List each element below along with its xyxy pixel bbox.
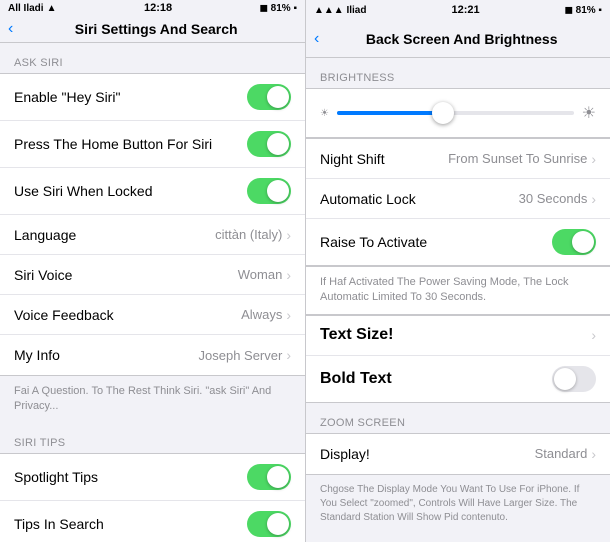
spotlight-tips-knob bbox=[267, 466, 289, 488]
siri-voice-value: Woman bbox=[238, 267, 283, 282]
brightness-thumb bbox=[432, 102, 454, 124]
bold-text-knob bbox=[554, 368, 576, 390]
bottom-info-right: Chgose The Display Mode You Want To Use … bbox=[306, 475, 610, 533]
row-night-shift[interactable]: Night Shift From Sunset To Sunrise › bbox=[306, 139, 610, 179]
tips-search-label: Tips In Search bbox=[14, 516, 247, 532]
voice-feedback-label: Voice Feedback bbox=[14, 307, 241, 323]
hey-siri-toggle[interactable] bbox=[247, 84, 291, 110]
voice-feedback-value: Always bbox=[241, 307, 282, 322]
bold-text-toggle[interactable] bbox=[552, 366, 596, 392]
tips-search-toggle[interactable] bbox=[247, 511, 291, 537]
spotlight-tips-label: Spotlight Tips bbox=[14, 469, 247, 485]
carrier-right: ▲▲▲ Iliad bbox=[314, 5, 366, 16]
display-rows-group-2: Text Size! › Bold Text bbox=[306, 315, 610, 403]
tips-search-knob bbox=[267, 513, 289, 535]
brightness-fill bbox=[337, 111, 444, 115]
night-shift-label: Night Shift bbox=[320, 151, 448, 167]
nav-title-right: Back Screen And Brightness bbox=[321, 31, 602, 47]
night-shift-chevron: › bbox=[591, 151, 596, 167]
zoom-section-header: ZOOM SCREEN bbox=[306, 403, 610, 433]
wifi-icon-left: ▲ bbox=[47, 3, 57, 14]
nav-bar-right: ‹ Back Screen And Brightness bbox=[306, 20, 610, 58]
row-display[interactable]: Display! Standard › bbox=[306, 434, 610, 474]
status-bar-right: ▲▲▲ Iliad 12:21 ◼ 81% ▪ bbox=[306, 0, 610, 20]
back-icon-left: ‹ bbox=[8, 20, 13, 38]
siri-tips-header: SIRI TIPS bbox=[0, 423, 305, 453]
brightness-icon-small: ☀ bbox=[320, 108, 329, 119]
row-raise-activate[interactable]: Raise To Activate bbox=[306, 219, 610, 265]
carrier-left: All Iladi bbox=[8, 3, 44, 14]
siri-tips-group: Spotlight Tips Tips In Search Lock Scree… bbox=[0, 453, 305, 542]
info-box: If Haf Activated The Power Saving Mode, … bbox=[306, 266, 610, 315]
spotlight-tips-toggle[interactable] bbox=[247, 464, 291, 490]
my-info-chevron: › bbox=[286, 347, 291, 363]
auto-lock-chevron: › bbox=[591, 191, 596, 207]
time-right: 12:21 bbox=[451, 4, 479, 16]
row-siri-voice[interactable]: Siri Voice Woman › bbox=[0, 255, 305, 295]
row-tips-search[interactable]: Tips In Search bbox=[0, 501, 305, 542]
siri-voice-chevron: › bbox=[286, 267, 291, 283]
display-label: Display! bbox=[320, 446, 535, 462]
hey-siri-label: Enable "Hey Siri" bbox=[14, 89, 247, 105]
brightness-section: ☀ ☀ bbox=[306, 88, 610, 138]
nav-bar-left: ‹ Siri Settings And Search bbox=[0, 16, 305, 43]
zoom-rows-group: Display! Standard › bbox=[306, 433, 610, 475]
row-hey-siri[interactable]: Enable "Hey Siri" bbox=[0, 74, 305, 121]
text-size-label: Text Size! bbox=[320, 326, 591, 344]
brightness-header: BRIGHTNESS bbox=[306, 58, 610, 88]
row-siri-locked[interactable]: Use Siri When Locked bbox=[0, 168, 305, 215]
brightness-slider[interactable] bbox=[337, 111, 574, 115]
siri-locked-knob bbox=[267, 180, 289, 202]
home-button-toggle[interactable] bbox=[247, 131, 291, 157]
raise-activate-knob bbox=[572, 231, 594, 253]
my-info-label: My Info bbox=[14, 347, 199, 363]
auto-lock-value: 30 Seconds bbox=[519, 191, 588, 206]
back-icon-right: ‹ bbox=[314, 30, 319, 48]
language-chevron: › bbox=[286, 227, 291, 243]
row-bold-text[interactable]: Bold Text bbox=[306, 356, 610, 402]
row-voice-feedback[interactable]: Voice Feedback Always › bbox=[0, 295, 305, 335]
ask-siri-header: ASK SIRI bbox=[0, 43, 305, 73]
language-value: cittàn (Italy) bbox=[215, 227, 282, 242]
right-panel: ▲▲▲ Iliad 12:21 ◼ 81% ▪ ‹ Back Screen An… bbox=[305, 0, 610, 542]
row-home-button[interactable]: Press The Home Button For Siri bbox=[0, 121, 305, 168]
row-language[interactable]: Language cittàn (Italy) › bbox=[0, 215, 305, 255]
siri-locked-label: Use Siri When Locked bbox=[14, 183, 247, 199]
row-spotlight-tips[interactable]: Spotlight Tips bbox=[0, 454, 305, 501]
voice-feedback-chevron: › bbox=[286, 307, 291, 323]
left-panel: All Iladi ▲ 12:18 ◼ 81% ▪ ‹ Siri Setting… bbox=[0, 0, 305, 542]
time-left: 12:18 bbox=[144, 2, 172, 14]
siri-voice-label: Siri Voice bbox=[14, 267, 238, 283]
language-label: Language bbox=[14, 227, 215, 243]
text-size-chevron: › bbox=[591, 327, 596, 343]
raise-activate-toggle[interactable] bbox=[552, 229, 596, 255]
siri-tips-text: Fai A Question. To The Rest Think Siri. … bbox=[0, 376, 305, 423]
back-button-left[interactable]: ‹ bbox=[8, 20, 15, 38]
brightness-icon-large: ☀ bbox=[582, 103, 596, 123]
battery-left: ◼ 81% ▪ bbox=[260, 3, 297, 14]
battery-right: ◼ 81% ▪ bbox=[565, 5, 602, 16]
my-info-value: Joseph Server bbox=[199, 348, 283, 363]
siri-locked-toggle[interactable] bbox=[247, 178, 291, 204]
back-button-right[interactable]: ‹ bbox=[314, 30, 321, 48]
raise-activate-label: Raise To Activate bbox=[320, 234, 552, 250]
night-shift-value: From Sunset To Sunrise bbox=[448, 151, 587, 166]
auto-lock-label: Automatic Lock bbox=[320, 191, 519, 207]
status-bar-left: All Iladi ▲ 12:18 ◼ 81% ▪ bbox=[0, 0, 305, 16]
display-value: Standard bbox=[535, 446, 588, 461]
hey-siri-knob bbox=[267, 86, 289, 108]
home-button-knob bbox=[267, 133, 289, 155]
nav-title-left: Siri Settings And Search bbox=[15, 21, 297, 37]
ask-siri-group: Enable "Hey Siri" Press The Home Button … bbox=[0, 73, 305, 376]
display-chevron: › bbox=[591, 446, 596, 462]
row-text-size[interactable]: Text Size! › bbox=[306, 316, 610, 356]
row-auto-lock[interactable]: Automatic Lock 30 Seconds › bbox=[306, 179, 610, 219]
home-button-label: Press The Home Button For Siri bbox=[14, 136, 247, 152]
bold-text-label: Bold Text bbox=[320, 370, 552, 388]
row-my-info[interactable]: My Info Joseph Server › bbox=[0, 335, 305, 375]
display-rows-group-1: Night Shift From Sunset To Sunrise › Aut… bbox=[306, 138, 610, 266]
